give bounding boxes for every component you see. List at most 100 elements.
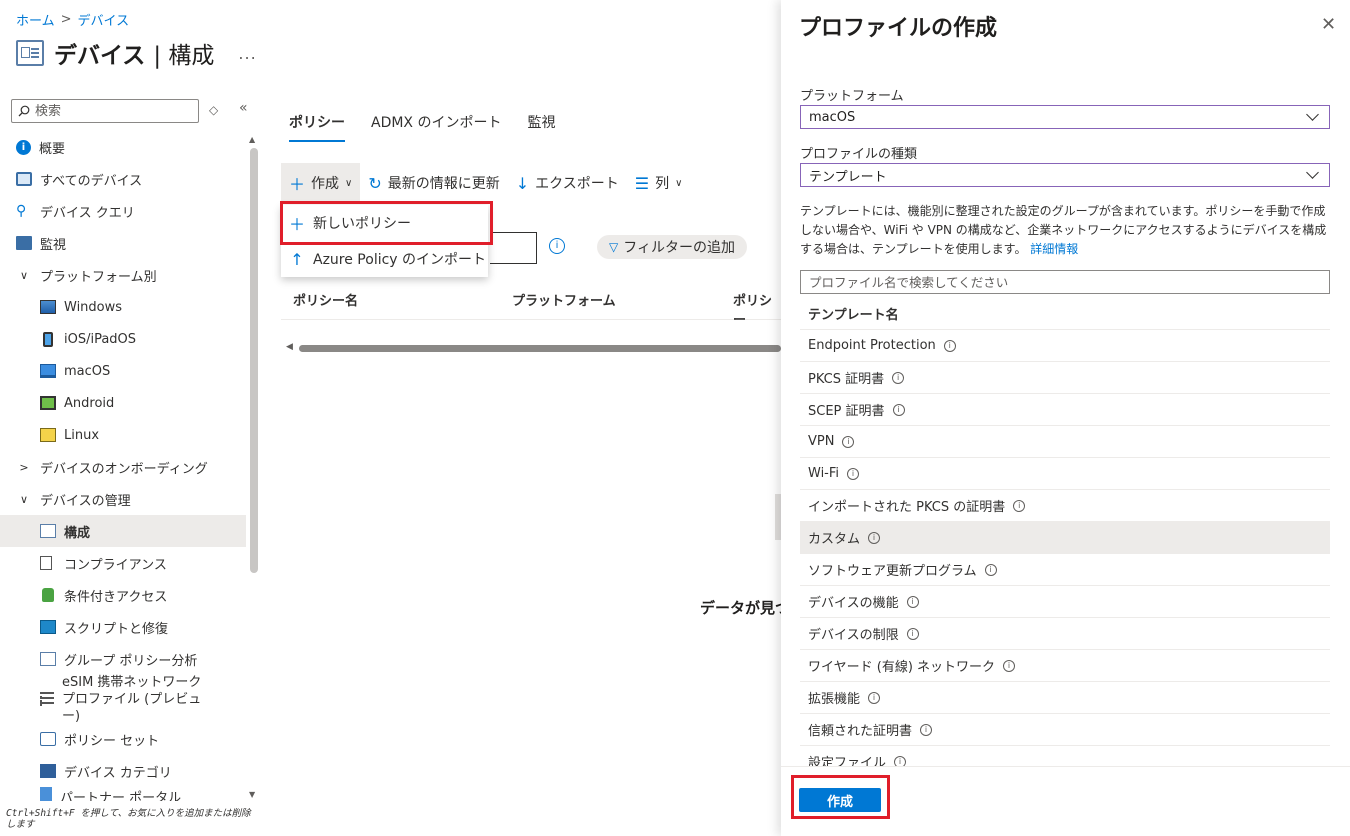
- breadcrumb: ホーム > デバイス: [16, 10, 129, 29]
- sidebar-item-compliance[interactable]: コンプライアンス: [0, 547, 246, 579]
- columns-button[interactable]: ☰ 列 ∨: [627, 163, 691, 203]
- info-icon[interactable]: i: [868, 691, 881, 704]
- template-row[interactable]: 設定ファイル i: [800, 746, 1330, 766]
- template-row[interactable]: カスタム i: [800, 522, 1330, 554]
- learn-more-link[interactable]: 詳細情報: [1030, 242, 1078, 256]
- info-icon[interactable]: i: [892, 403, 905, 416]
- table-horizontal-scrollbar[interactable]: ◀: [286, 342, 781, 352]
- sidebar-item-android[interactable]: Android: [0, 387, 246, 419]
- sidebar-item-macos[interactable]: macOS: [0, 355, 246, 387]
- info-icon[interactable]: i: [1003, 659, 1016, 672]
- info-icon[interactable]: i: [906, 627, 919, 640]
- info-icon[interactable]: i: [868, 531, 881, 544]
- info-icon[interactable]: i: [842, 435, 855, 448]
- info-icon[interactable]: i: [894, 755, 907, 766]
- info-icon[interactable]: i: [984, 563, 997, 576]
- info-icon[interactable]: i: [906, 595, 919, 608]
- sidebar-item-group-policy[interactable]: グループ ポリシー分析: [0, 643, 246, 675]
- tab-bar: ポリシー ADMX のインポート 監視: [289, 112, 555, 142]
- sidebar-search-input[interactable]: [35, 103, 185, 119]
- template-row[interactable]: 拡張機能 i: [800, 682, 1330, 714]
- platform-select[interactable]: macOS: [800, 105, 1330, 129]
- column-header-platform[interactable]: プラットフォーム: [512, 290, 616, 309]
- profile-search-input[interactable]: [809, 274, 1309, 290]
- sort-icon[interactable]: ◇: [209, 103, 218, 117]
- info-icon[interactable]: i: [920, 723, 933, 736]
- info-icon[interactable]: i: [1013, 499, 1026, 512]
- template-row[interactable]: インポートされた PKCS の証明書 i: [800, 490, 1330, 522]
- menu-item-azure-import[interactable]: ↑ Azure Policy のインポート: [281, 241, 488, 277]
- sidebar-item-label: コンプライアンス: [64, 557, 167, 573]
- scroll-down-arrow[interactable]: ▼: [249, 790, 255, 799]
- sidebar-item-overview[interactable]: i 概要: [0, 131, 246, 163]
- sidebar-item-label: 条件付きアクセス: [64, 589, 168, 605]
- title-row: デバイス | 構成 ...: [16, 36, 257, 70]
- column-header-policy-name[interactable]: ポリシー名: [293, 290, 358, 309]
- sidebar-item-device-query[interactable]: ⚲ デバイス クエリ: [0, 195, 246, 227]
- create-button[interactable]: ＋ 作成 ∨: [281, 163, 361, 203]
- template-row[interactable]: PKCS 証明書 i: [800, 362, 1330, 394]
- template-row[interactable]: デバイスの制限 i: [800, 618, 1330, 650]
- close-icon[interactable]: ✕: [1321, 14, 1336, 35]
- export-button[interactable]: ↓ エクスポート: [508, 163, 627, 203]
- sidebar-item-esim[interactable]: eSIM 携帯ネットワーク プロファイル (プレビュー): [0, 675, 246, 724]
- template-row[interactable]: Wi-Fi i: [800, 458, 1330, 490]
- sidebar-item-configuration[interactable]: 構成: [0, 515, 246, 547]
- sidebar-item-policy-sets[interactable]: ポリシー セット: [0, 723, 246, 755]
- filter-search-input[interactable]: [490, 232, 537, 264]
- refresh-button[interactable]: ↻ 最新の情報に更新: [360, 163, 507, 203]
- tab-admx-import[interactable]: ADMX のインポート: [371, 112, 501, 142]
- info-icon[interactable]: i: [892, 371, 905, 384]
- sidebar-item-linux[interactable]: Linux: [0, 419, 246, 451]
- template-row[interactable]: デバイスの機能 i: [800, 586, 1330, 618]
- profile-type-select[interactable]: テンプレート: [800, 163, 1330, 187]
- sidebar-item-scripts[interactable]: スクリプトと修復: [0, 611, 246, 643]
- upload-icon: ↑: [290, 249, 304, 269]
- collapse-sidebar-icon[interactable]: «: [239, 100, 248, 116]
- info-icon[interactable]: i: [943, 339, 956, 352]
- sidebar-item-all-devices[interactable]: すべてのデバイス: [0, 163, 246, 195]
- sidebar-item-windows[interactable]: Windows: [0, 291, 246, 323]
- scroll-left-arrow[interactable]: ◀: [286, 342, 293, 352]
- add-filter-button[interactable]: ▽ フィルターの追加: [597, 235, 747, 259]
- breadcrumb-devices[interactable]: デバイス: [78, 10, 130, 29]
- configuration-icon: [16, 40, 44, 66]
- tab-monitor[interactable]: 監視: [527, 112, 555, 142]
- sidebar-item-label: 概要: [39, 141, 66, 157]
- template-row[interactable]: VPN i: [800, 426, 1330, 458]
- policy-table-header: ポリシー名 プラットフォーム ポリシー: [281, 286, 781, 328]
- search-icon: [18, 105, 30, 117]
- more-options-button[interactable]: ...: [238, 44, 256, 63]
- add-filter-label: フィルターの追加: [623, 240, 735, 256]
- panel-title: プロファイルの作成: [799, 16, 998, 41]
- compliance-icon: [40, 556, 52, 570]
- scroll-thumb[interactable]: [299, 345, 781, 352]
- template-row[interactable]: ソフトウェア更新プログラム i: [800, 554, 1330, 586]
- template-row[interactable]: Endpoint Protection i: [800, 330, 1330, 362]
- profile-search[interactable]: [800, 270, 1330, 294]
- scroll-up-arrow[interactable]: ▲: [249, 135, 255, 144]
- sidebar-item-label: macOS: [64, 363, 111, 379]
- sidebar-item-ios[interactable]: iOS/iPadOS: [0, 323, 246, 355]
- template-name: デバイスの制限: [808, 628, 899, 643]
- sidebar-item-monitor[interactable]: 監視: [0, 227, 246, 259]
- template-row[interactable]: ワイヤード (有線) ネットワーク i: [800, 650, 1330, 682]
- tab-policies[interactable]: ポリシー: [289, 112, 345, 142]
- sidebar-search[interactable]: [11, 99, 199, 123]
- sidebar-scrollbar[interactable]: [250, 148, 258, 573]
- sidebar-item-conditional-access[interactable]: 条件付きアクセス: [0, 579, 246, 611]
- chevron-down-icon: ∨: [19, 492, 29, 506]
- template-row[interactable]: 信頼された証明書 i: [800, 714, 1330, 746]
- column-header-policy[interactable]: ポリシー: [733, 290, 781, 328]
- sidebar-item-label: デバイスのオンボーディング: [40, 461, 208, 477]
- info-icon[interactable]: i: [847, 467, 860, 480]
- breadcrumb-home[interactable]: ホーム: [16, 10, 55, 29]
- template-row[interactable]: SCEP 証明書 i: [800, 394, 1330, 426]
- sidebar-group-manage-devices[interactable]: ∨ デバイスの管理: [0, 483, 246, 515]
- sidebar-item-device-categories[interactable]: デバイス カテゴリ: [0, 755, 246, 787]
- sidebar-group-onboarding[interactable]: > デバイスのオンボーディング: [0, 451, 246, 483]
- info-icon[interactable]: i: [549, 238, 565, 254]
- download-icon: ↓: [515, 173, 530, 193]
- sidebar-group-by-platform[interactable]: ∨ プラットフォーム別: [0, 259, 246, 291]
- sidebar-item-partner-portal[interactable]: パートナー ポータル: [0, 787, 246, 801]
